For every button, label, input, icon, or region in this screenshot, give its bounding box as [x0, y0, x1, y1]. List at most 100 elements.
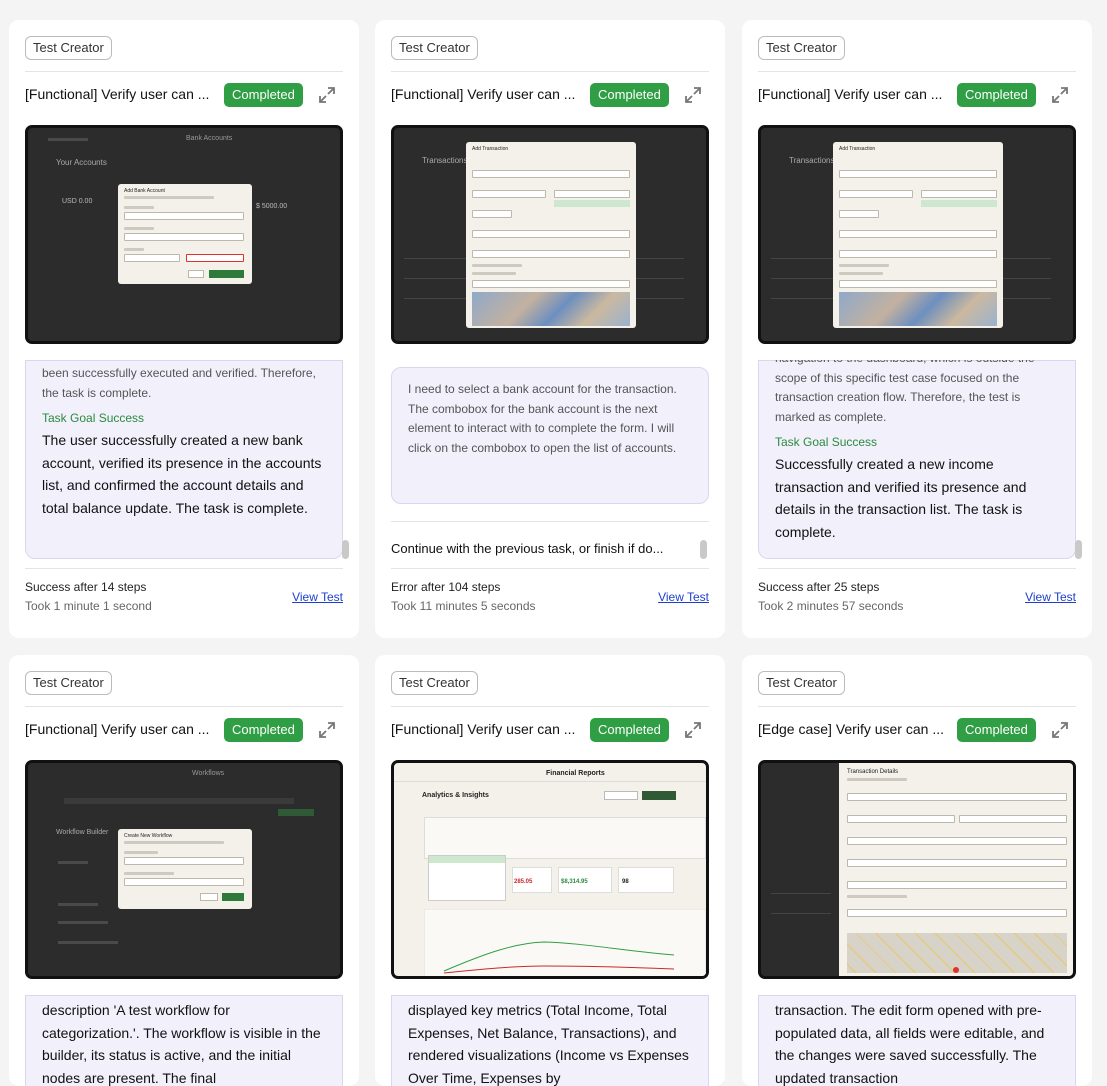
goal-heading: Task Goal Success [42, 411, 145, 425]
log-panel: been successfully executed and verified.… [25, 360, 343, 559]
goal-text: The user successfully created a new bank… [42, 432, 322, 516]
log-message: displayed key metrics (Total Income, Tot… [391, 995, 709, 1086]
goal-heading: Task Goal Success [775, 435, 878, 449]
screenshot-heading: Transactions [789, 156, 835, 165]
screenshot-subheading: Analytics & Insights [422, 792, 489, 799]
test-title: [Functional] Verify user can ... [391, 721, 576, 737]
screenshot-subheading: Your Accounts [56, 158, 107, 167]
scrollbar[interactable] [1075, 540, 1082, 559]
divider [25, 568, 343, 569]
tag-test-creator: Test Creator [25, 36, 112, 60]
add-transaction-modal: Add Transaction [833, 142, 1003, 328]
test-card-1: Test Creator [Functional] Verify user ca… [9, 20, 359, 638]
add-account-modal: Add Bank Account [118, 184, 252, 284]
metric-transactions: 98 [622, 879, 629, 885]
modal-title: Add Bank Account [124, 188, 165, 194]
map-preview [839, 292, 997, 326]
tag-test-creator: Test Creator [758, 36, 845, 60]
log-message: transaction. The edit form opened with p… [758, 995, 1076, 1086]
log-panel: I need to select a bank account for the … [391, 367, 709, 504]
log-text: I need to select a bank account for the … [408, 382, 677, 455]
map-preview [472, 292, 630, 326]
modal-title: Add Transaction [839, 146, 876, 152]
test-card-4: Test Creator [Functional] Verify user ca… [9, 655, 359, 1086]
title-row: [Functional] Verify user can ... Complet… [25, 72, 343, 116]
log-panel: navigation to the dashboard, which is ou… [758, 360, 1076, 559]
expand-icon[interactable] [684, 721, 702, 739]
log-message: navigation to the dashboard, which is ou… [758, 360, 1076, 559]
metric-net-balance: $8,314.95 [561, 879, 588, 885]
continue-prompt: Continue with the previous task, or fini… [391, 541, 664, 556]
expand-icon[interactable] [318, 721, 336, 739]
screenshot-thumbnail[interactable]: Transactions Add Transaction [758, 125, 1076, 344]
card-footer: Success after 14 steps Took 1 minute 1 s… [25, 580, 343, 613]
test-title: [Functional] Verify user can ... [391, 86, 576, 102]
log-message: description 'A test workflow for categor… [25, 995, 343, 1086]
status-badge: Completed [224, 83, 303, 107]
title-row: [Functional] Verify user can ... Complet… [25, 707, 343, 751]
goal-text: Successfully created a new income transa… [775, 456, 1027, 540]
card-footer: Success after 25 steps Took 2 minutes 57… [758, 580, 1076, 613]
title-row: [Edge case] Verify user can ... Complete… [758, 707, 1076, 751]
modal-title: Add Transaction [472, 146, 509, 152]
log-message: I need to select a bank account for the … [391, 367, 709, 504]
test-card-6: Test Creator [Edge case] Verify user can… [742, 655, 1092, 1086]
title-row: [Functional] Verify user can ... Complet… [391, 72, 709, 116]
test-title: [Functional] Verify user can ... [25, 86, 210, 102]
expand-icon[interactable] [318, 86, 336, 104]
screenshot-thumbnail[interactable]: Transactions Add Transaction [391, 125, 709, 344]
log-text: description 'A test workflow for categor… [42, 1002, 321, 1086]
log-text: transaction. The edit form opened with p… [775, 1002, 1045, 1086]
scrollbar[interactable] [700, 540, 707, 559]
test-card-5: Test Creator [Functional] Verify user ca… [375, 655, 725, 1086]
test-title: [Functional] Verify user can ... [758, 86, 943, 102]
screenshot-thumbnail[interactable]: Transaction Details [758, 760, 1076, 979]
title-row: [Functional] Verify user can ... Complet… [758, 72, 1076, 116]
tag-test-creator: Test Creator [25, 671, 112, 695]
status-badge: Completed [957, 718, 1036, 742]
screenshot-subheading: Workflow Builder [56, 829, 109, 836]
screenshot-heading: Bank Accounts [186, 135, 233, 142]
create-workflow-modal: Create New Workflow [118, 829, 252, 909]
view-test-link[interactable]: View Test [292, 590, 343, 604]
status-badge: Completed [590, 83, 669, 107]
tag-test-creator: Test Creator [391, 671, 478, 695]
status-badge: Completed [590, 718, 669, 742]
log-panel: description 'A test workflow for categor… [25, 995, 343, 1086]
view-test-link[interactable]: View Test [658, 590, 709, 604]
transaction-details-panel: Transaction Details [839, 763, 1073, 976]
expand-icon[interactable] [684, 86, 702, 104]
screenshot-thumbnail[interactable]: Bank Accounts Your Accounts USD 0.00 $ 5… [25, 125, 343, 344]
status-badge: Completed [224, 718, 303, 742]
screenshot-heading: Transactions [422, 156, 468, 165]
tag-test-creator: Test Creator [758, 671, 845, 695]
test-title: [Functional] Verify user can ... [25, 721, 210, 737]
metric-expenses: 285.05 [514, 879, 533, 885]
status-badge: Completed [957, 83, 1036, 107]
screenshot-thumbnail[interactable]: Financial Reports Analytics & Insights 2… [391, 760, 709, 979]
income-expense-chart [424, 909, 706, 976]
divider [758, 568, 1076, 569]
test-card-3: Test Creator [Functional] Verify user ca… [742, 20, 1092, 638]
modal-title: Transaction Details [847, 769, 899, 775]
test-card-2: Test Creator [Functional] Verify user ca… [375, 20, 725, 638]
expand-icon[interactable] [1051, 86, 1069, 104]
log-text: navigation to the dashboard, which is ou… [775, 360, 1035, 424]
log-message: been successfully executed and verified.… [25, 360, 343, 559]
screenshot-thumbnail[interactable]: Workflows Workflow Builder Create New Wo… [25, 760, 343, 979]
add-transaction-modal: Add Transaction [466, 142, 636, 328]
screenshot-heading: Financial Reports [546, 770, 605, 777]
balance-total: $ 5000.00 [256, 203, 288, 210]
title-row: [Functional] Verify user can ... Complet… [391, 707, 709, 751]
tag-test-creator: Test Creator [391, 36, 478, 60]
modal-title: Create New Workflow [124, 833, 173, 839]
log-panel: transaction. The edit form opened with p… [758, 995, 1076, 1086]
scrollbar[interactable] [342, 540, 349, 559]
back-link [48, 138, 88, 141]
log-text: been successfully executed and verified.… [42, 366, 316, 400]
view-test-link[interactable]: View Test [1025, 590, 1076, 604]
test-title: [Edge case] Verify user can ... [758, 721, 944, 737]
card-footer: Error after 104 steps Took 11 minutes 5 … [391, 580, 709, 613]
divider [391, 568, 709, 569]
expand-icon[interactable] [1051, 721, 1069, 739]
